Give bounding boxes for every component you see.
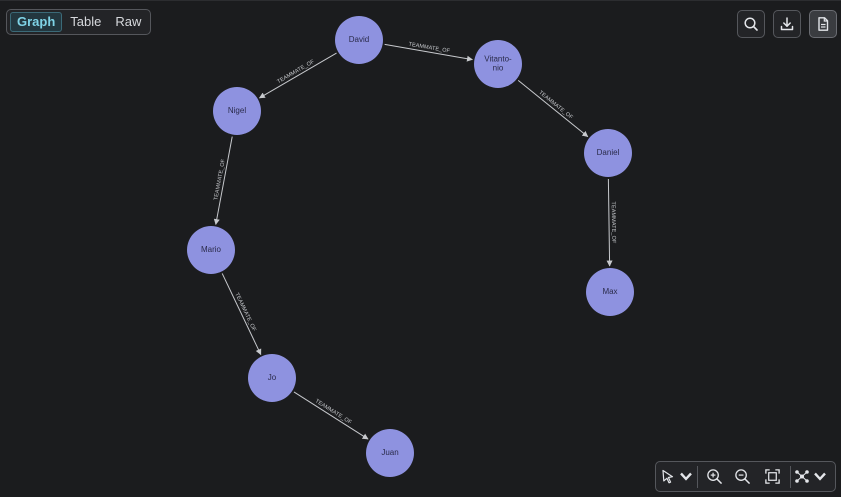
fit-screen-icon [764,469,780,484]
node-label: David [349,35,369,44]
edge-line[interactable] [221,273,262,356]
node-label: Mario [201,245,222,254]
node-label: Daniel [597,148,620,157]
node-label: Juan [381,448,398,457]
edge-jo-juan[interactable]: TEAMMATE_OF [293,391,369,440]
edge-label: TEAMMATE_OF [408,42,451,55]
edge-label: TEAMMATE_OF [213,158,227,201]
edge-david-vitantonio[interactable]: TEAMMATE_OF [384,42,473,62]
node-david[interactable]: David [335,16,383,64]
layout-icon [795,470,809,483]
edge-david-nigel[interactable]: TEAMMATE_OF [258,52,337,99]
edge-label: TEAMMATE_OF [610,201,617,244]
node-max[interactable]: Max [586,268,634,316]
edge-nigel-mario[interactable]: TEAMMATE_OF [213,136,233,226]
node-label: Max [602,287,617,296]
bottom-toolbar [655,461,836,492]
zoom-in-button[interactable] [701,465,727,489]
edge-line[interactable] [517,79,589,138]
zoom-in-icon [706,469,722,484]
node-jo[interactable]: Jo [248,354,296,402]
edge-line[interactable] [606,178,613,267]
edge-label: TEAMMATE_OF [537,90,574,121]
layout-options-button[interactable] [794,465,828,489]
edge-line[interactable] [293,391,369,440]
node-label: Nigel [228,106,246,115]
zoom-out-icon [734,469,750,484]
toolbar-divider [790,465,791,488]
edge-label: TEAMMATE_OF [233,292,257,333]
node-nigel[interactable]: Nigel [213,87,261,135]
edge-label: TEAMMATE_OF [314,398,353,426]
toolbar-divider [697,465,698,488]
pointer-tool-button[interactable] [660,465,694,489]
fit-screen-button[interactable] [757,465,787,489]
edge-vitantonio-daniel[interactable]: TEAMMATE_OF [517,79,589,138]
node-juan[interactable]: Juan [366,429,414,477]
edge-label: TEAMMATE_OF [276,59,316,86]
graph-canvas[interactable]: TEAMMATE_OF TEAMMATE_OF TEAMMATE_OF TEAMMAT… [0,1,841,497]
node-label: nio [493,64,504,73]
edge-mario-jo[interactable]: TEAMMATE_OF [221,273,262,356]
chevron-down-icon [814,472,826,481]
node-vitantonio[interactable]: Vitanto-nio [474,40,522,88]
zoom-out-button[interactable] [727,465,757,489]
node-label: Vitanto- [484,55,512,64]
edge-daniel-max[interactable]: TEAMMATE_OF [606,178,617,267]
edge-line[interactable] [258,52,337,99]
node-label: Jo [268,373,277,382]
graph-view: Graph Table Raw TEAMMATE_OF TEAMMATE_OF … [0,0,841,496]
chevron-down-icon [680,472,692,481]
pointer-icon [662,469,674,484]
node-daniel[interactable]: Daniel [584,129,632,177]
node-mario[interactable]: Mario [187,226,235,274]
